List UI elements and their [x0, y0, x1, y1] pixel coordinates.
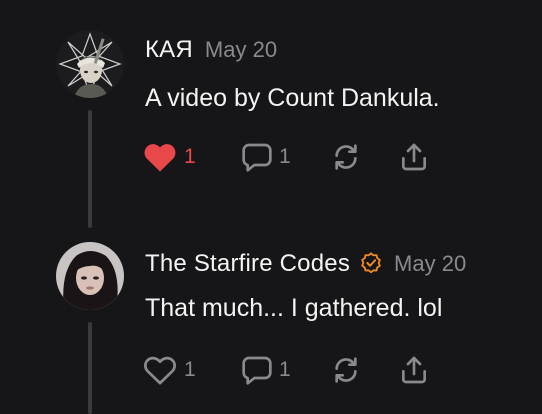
share-icon: [402, 356, 426, 384]
like-count: 1: [184, 145, 196, 168]
heart-outline-icon: [144, 356, 176, 385]
repost-button[interactable]: [330, 139, 362, 175]
post-text: A video by Count Dankula.: [145, 84, 440, 112]
avatar[interactable]: [56, 242, 124, 310]
thread-line: [88, 110, 92, 228]
thread-line: [88, 322, 92, 414]
post-date[interactable]: May 20: [205, 37, 277, 63]
share-button[interactable]: [398, 352, 430, 388]
repost-icon: [335, 357, 357, 383]
reply-button[interactable]: 1: [241, 139, 291, 175]
reply-count: 1: [279, 145, 291, 168]
author-name[interactable]: The Starfire Codes: [145, 250, 350, 278]
comment-icon: [242, 356, 272, 385]
avatar-starfire-icon: [56, 242, 124, 310]
reply-count: 1: [279, 358, 291, 381]
heart-filled-icon: [144, 144, 176, 172]
repost-button[interactable]: [330, 352, 362, 388]
avatar[interactable]: [56, 30, 124, 98]
post-text: That much... I gathered. lol: [145, 294, 443, 322]
verified-badge-icon: [360, 252, 382, 279]
like-count: 1: [184, 358, 196, 381]
comment-icon: [242, 143, 272, 172]
author-name[interactable]: КАЯ: [145, 36, 193, 64]
like-button[interactable]: 1: [142, 352, 196, 388]
like-button[interactable]: 1: [142, 139, 196, 175]
post-date[interactable]: May 20: [394, 251, 466, 277]
share-icon: [402, 143, 426, 171]
repost-icon: [335, 144, 357, 170]
share-button[interactable]: [398, 139, 430, 175]
avatar-kaya-icon: [56, 30, 124, 98]
reply-button[interactable]: 1: [241, 352, 291, 388]
